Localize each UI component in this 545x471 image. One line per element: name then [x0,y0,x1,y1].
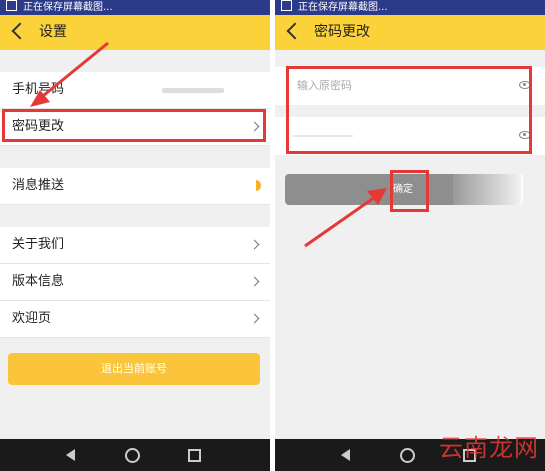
confirm-button-fade [453,174,523,205]
nav-back-icon[interactable] [66,449,75,461]
nav-home-icon[interactable] [125,448,140,463]
status-bar: 正在保存屏幕截图... [275,0,545,15]
chevron-right-icon [249,239,260,250]
page-title: 设置 [39,24,67,40]
logout-button[interactable]: 退出当前账号 [8,353,260,385]
nav-home-icon[interactable] [400,448,415,463]
settings-row-about[interactable]: 关于我们 [0,227,270,264]
row-label: 版本信息 [12,274,65,289]
android-nav-bar [0,439,270,471]
page-title: 密码更改 [314,24,370,40]
nav-back-icon[interactable] [341,449,350,461]
status-bar: 正在保存屏幕截图... [0,0,270,15]
screenshot-icon [6,0,17,11]
row-label: 欢迎页 [12,311,52,326]
highlight-box [286,66,532,154]
highlight-box [2,109,266,142]
app-header: 密码更改 [275,15,545,50]
app-header: 设置 [0,15,270,50]
settings-row-welcome[interactable]: 欢迎页 [0,301,270,338]
watermark-logo: 云南龙网 [439,434,539,462]
row-label: 消息推送 [12,178,65,193]
back-icon[interactable] [286,22,304,40]
highlight-box [390,170,429,212]
settings-row-phone[interactable]: 手机号码 [0,72,270,109]
screenshot-icon [281,0,292,11]
phone-number-redacted [162,88,224,93]
status-text: 正在保存屏幕截图... [298,2,388,13]
settings-row-push[interactable]: 消息推送 [0,168,270,205]
chevron-right-icon [249,276,260,287]
push-toggle[interactable] [256,180,261,191]
row-label: 关于我们 [12,237,65,252]
back-icon[interactable] [11,22,29,40]
settings-row-version[interactable]: 版本信息 [0,264,270,301]
status-text: 正在保存屏幕截图... [23,2,113,13]
nav-recent-icon[interactable] [188,449,201,462]
chevron-right-icon [249,313,260,324]
row-label: 手机号码 [12,82,65,97]
settings-screen: 正在保存屏幕截图... 设置 手机号码 密码更改 消息推送 关于我们 版本信息 … [0,0,270,471]
change-password-screen: 正在保存屏幕截图... 密码更改 输入原密码 确定 [275,0,545,471]
